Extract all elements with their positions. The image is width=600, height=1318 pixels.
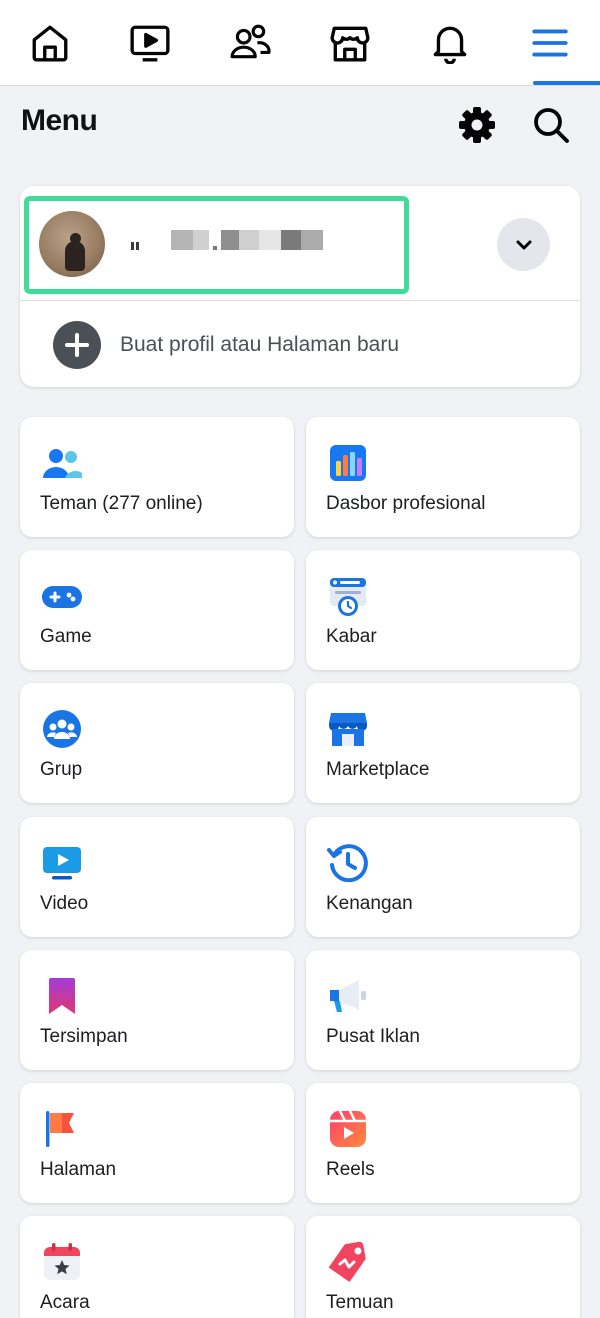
shortcut-label: Marketplace [326, 759, 430, 780]
shortcut-video[interactable]: Video [20, 817, 294, 937]
settings-button[interactable] [454, 102, 500, 148]
shortcut-memories[interactable]: Kenangan [306, 817, 580, 937]
shortcut-label: Video [40, 893, 89, 914]
friends-color-icon [43, 449, 82, 478]
hamburger-menu-icon [532, 29, 568, 57]
search-icon [534, 108, 569, 143]
friends-icon [230, 24, 271, 59]
shortcut-feeds[interactable]: Kabar [306, 550, 580, 670]
top-navigation-bar [0, 0, 600, 86]
shortcut-pages[interactable]: Halaman [20, 1083, 294, 1203]
reels-icon [330, 1110, 366, 1147]
shortcut-saved[interactable]: Tersimpan [20, 950, 294, 1070]
nav-tab-menu[interactable] [500, 0, 600, 86]
bell-icon [433, 26, 467, 64]
shortcut-label: Acara [40, 1292, 90, 1313]
plus-circle-icon [65, 333, 89, 357]
ads-megaphone-icon [330, 980, 366, 1012]
dashboard-bars-icon [330, 445, 366, 481]
search-button[interactable] [528, 102, 574, 148]
shortcut-label: Halaman [40, 1159, 117, 1180]
shortcut-label: Temuan [326, 1292, 394, 1313]
shortcut-friends[interactable]: Teman (277 online) [20, 417, 294, 537]
video-play-icon [43, 847, 81, 880]
shortcut-events[interactable]: Acara [20, 1216, 294, 1318]
shortcut-label: Teman (277 online) [40, 493, 203, 514]
shortcut-game[interactable]: Game [20, 550, 294, 670]
nav-tab-home[interactable] [0, 0, 100, 86]
video-tv-icon [130, 25, 170, 62]
saved-bookmark-icon [49, 978, 75, 1014]
shortcut-label: Reels [326, 1159, 375, 1180]
events-calendar-icon [44, 1243, 80, 1280]
pages-flag-icon [46, 1111, 74, 1147]
offers-tag-icon [328, 1241, 366, 1283]
memories-clock-icon [327, 844, 368, 883]
shortcut-marketplace[interactable]: Marketplace [306, 683, 580, 803]
marketplace-store-icon [329, 713, 367, 746]
shortcut-reels[interactable]: Reels [306, 1083, 580, 1203]
shortcut-groups[interactable]: Grup [20, 683, 294, 803]
shortcut-label: Grup [40, 759, 83, 780]
shortcut-label: Kenangan [326, 893, 413, 914]
shortcut-ads-center[interactable]: Pusat Iklan [306, 950, 580, 1070]
shortcut-label: Tersimpan [40, 1026, 128, 1047]
store-icon [330, 26, 370, 62]
shortcut-professional-dashboard[interactable]: Dasbor profesional [306, 417, 580, 537]
home-icon [32, 25, 68, 62]
page-title: Menu [21, 104, 98, 137]
gear-icon [459, 107, 495, 143]
feeds-clock-icon [330, 578, 366, 616]
divider [20, 300, 580, 301]
active-tab-indicator [533, 81, 600, 85]
profile-card: Buat profil atau Halaman baru [20, 186, 580, 387]
nav-tab-marketplace[interactable] [300, 0, 400, 86]
groups-icon [43, 710, 81, 748]
create-profile-label[interactable]: Buat profil atau Halaman baru [120, 333, 399, 357]
shortcut-label: Game [40, 626, 92, 647]
nav-tab-friends[interactable] [200, 0, 300, 86]
gamepad-icon [42, 586, 82, 608]
chevron-down-icon [516, 240, 531, 249]
avatar[interactable] [39, 211, 105, 277]
shortcut-label: Kabar [326, 626, 377, 647]
shortcut-label: Dasbor profesional [326, 493, 486, 514]
profile-name-blurred[interactable] [125, 230, 325, 252]
create-profile-button[interactable] [53, 321, 101, 369]
nav-tab-watch[interactable] [100, 0, 200, 86]
switch-profile-button[interactable] [497, 218, 550, 271]
shortcut-offers[interactable]: Temuan [306, 1216, 580, 1318]
shortcut-label: Pusat Iklan [326, 1026, 420, 1047]
nav-tab-notifications[interactable] [400, 0, 500, 86]
